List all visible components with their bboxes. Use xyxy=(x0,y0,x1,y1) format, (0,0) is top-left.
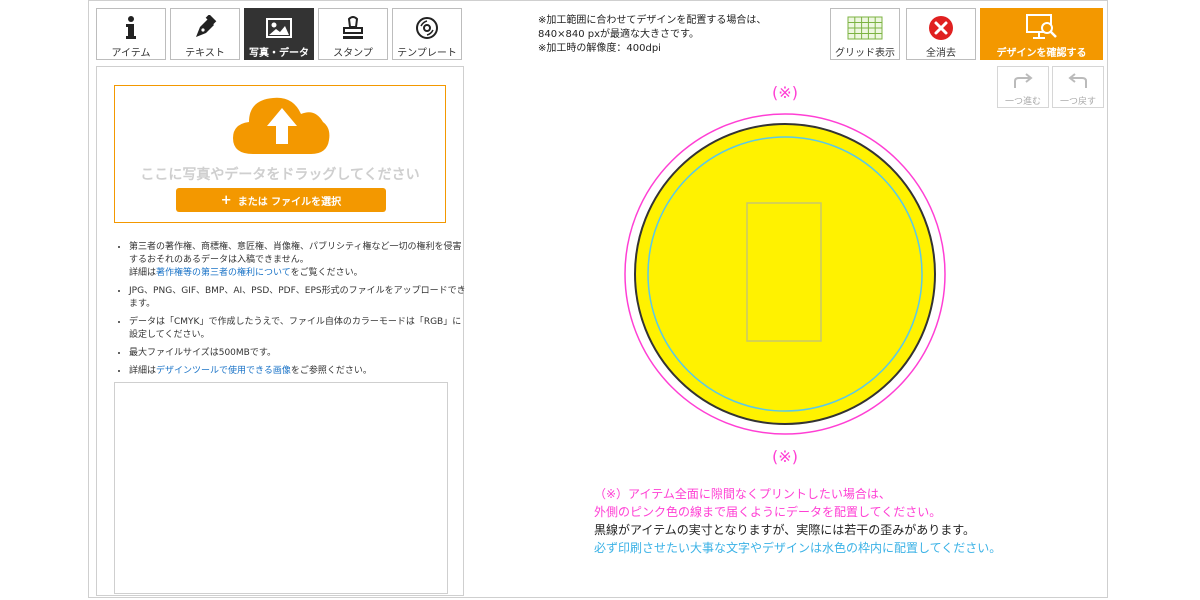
tab-stamp[interactable]: スタンプ xyxy=(318,8,388,60)
list-item: 最大ファイルサイズは500MBです。 xyxy=(129,347,469,360)
undo-icon xyxy=(1066,69,1090,94)
bleed-marker-top: (※) xyxy=(772,83,798,102)
info-icon xyxy=(121,13,141,42)
grid-toggle-button[interactable]: グリッド表示 xyxy=(830,8,900,60)
plus-icon: + xyxy=(220,192,232,208)
bleed-marker-bottom: (※) xyxy=(772,447,798,466)
tab-label: テンプレート xyxy=(397,48,457,59)
redo-label: 一つ進む xyxy=(1004,97,1041,107)
list-item: 詳細はデザインツールで使用できる画像をご参照ください。 xyxy=(129,365,469,378)
clear-all-button[interactable]: 全消去 xyxy=(906,8,976,60)
list-item: データは「CMYK」で作成したうえで、ファイル自体のカラーモードは「RGB」に設… xyxy=(129,316,469,342)
confirm-design-label: デザインを確認する xyxy=(996,48,1087,59)
redo-button[interactable]: 一つ進む xyxy=(997,66,1049,108)
tab-template[interactable]: テンプレート xyxy=(392,8,462,60)
copyright-link[interactable]: 著作権等の第三者の権利について xyxy=(156,268,291,278)
drop-zone[interactable]: ここに写真やデータをドラッグしてください + または ファイルを選択 xyxy=(114,85,446,223)
stamp-icon xyxy=(340,13,366,42)
tab-item[interactable]: アイテム xyxy=(96,8,166,60)
tab-label: テキスト xyxy=(185,48,225,59)
upload-panel: ここに写真やデータをドラッグしてください + または ファイルを選択 第三者の著… xyxy=(96,66,466,596)
tab-label: スタンプ xyxy=(333,48,373,59)
design-canvas[interactable]: (※) (※) xyxy=(620,78,950,473)
undo-button[interactable]: 一つ戻す xyxy=(1052,66,1104,108)
tab-text[interactable]: テキスト xyxy=(170,8,240,60)
select-file-button[interactable]: + または ファイルを選択 xyxy=(176,188,386,212)
confirm-design-button[interactable]: デザインを確認する xyxy=(980,8,1103,60)
tab-label: アイテム xyxy=(111,48,151,59)
drop-zone-text: ここに写真やデータをドラッグしてください xyxy=(140,167,420,183)
pen-icon xyxy=(192,13,218,42)
canvas-footnote: （※）アイテム全面に隙間なくプリントしたい場合は、 外側のピンク色の線まで届くよ… xyxy=(594,487,1002,555)
grid-icon xyxy=(847,13,883,42)
image-icon xyxy=(265,13,293,42)
monitor-search-icon xyxy=(1025,12,1059,42)
redo-icon xyxy=(1011,69,1035,94)
close-circle-icon xyxy=(928,13,954,42)
upload-notes: 第三者の著作権、商標権、意匠権、肖像権、パブリシティ権など一切の権利を侵害するお… xyxy=(115,241,469,383)
grid-toggle-label: グリッド表示 xyxy=(835,48,895,59)
usable-images-link[interactable]: デザインツールで使用できる画像 xyxy=(156,366,291,376)
resolution-note: ※加工範囲に合わせてデザインを配置する場合は、 840×840 pxが最適な大き… xyxy=(538,15,767,54)
list-item: 第三者の著作権、商標権、意匠権、肖像権、パブリシティ権など一切の権利を侵害するお… xyxy=(129,241,469,280)
select-file-label: または ファイルを選択 xyxy=(237,196,342,208)
disc-icon xyxy=(414,13,440,42)
tool-tabs: アイテム テキスト 写真・データ スタンプ テンプレート xyxy=(96,8,462,60)
tab-photo-data[interactable]: 写真・データ xyxy=(244,8,314,60)
list-item: JPG、PNG、GIF、BMP、AI、PSD、PDF、EPS形式のファイルをアッ… xyxy=(129,285,469,311)
uploaded-images-area[interactable] xyxy=(114,382,448,594)
clear-all-label: 全消去 xyxy=(926,48,956,59)
tab-label: 写真・データ xyxy=(249,48,309,59)
cloud-upload-icon xyxy=(233,97,330,154)
item-outline xyxy=(634,123,936,425)
undo-label: 一つ戻す xyxy=(1059,97,1096,107)
